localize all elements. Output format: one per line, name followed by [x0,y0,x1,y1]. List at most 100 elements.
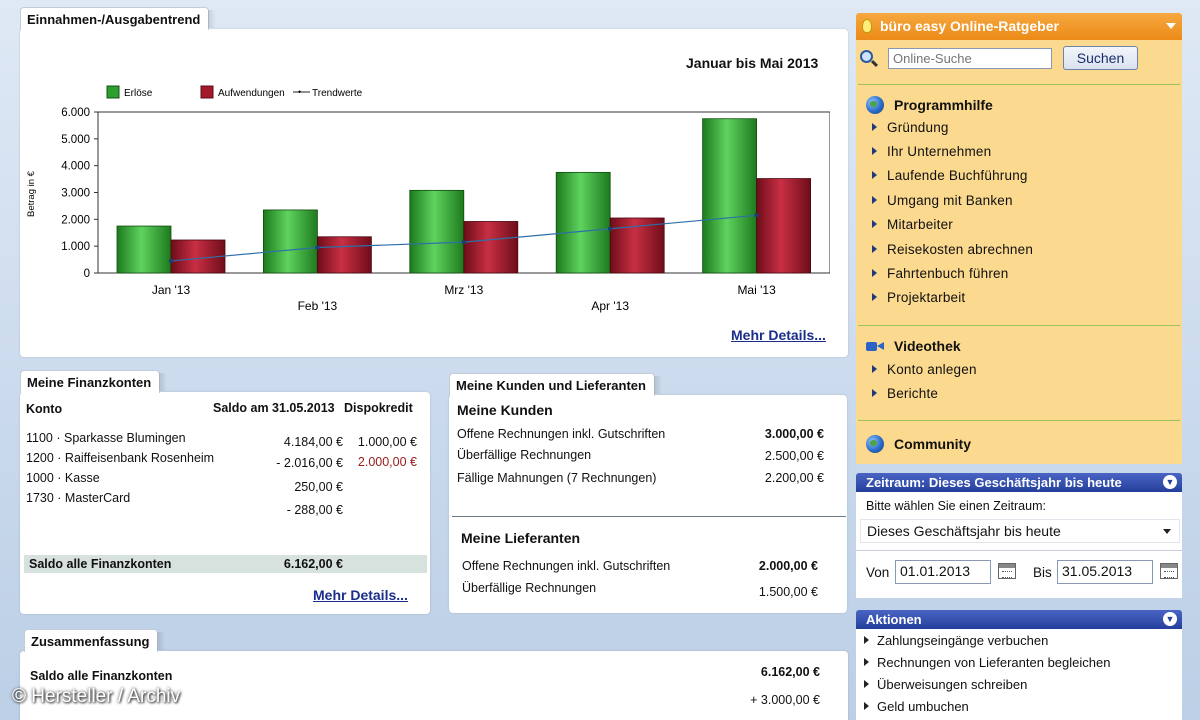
tab-zusammenfassung[interactable]: Zusammenfassung [24,629,166,652]
triangle-right-icon [864,680,869,688]
video-item-label: Konto anlegen [887,362,977,377]
aktion-label: Rechnungen von Lieferanten begleichen [877,655,1111,670]
aktion-rechnungen-begleichen[interactable]: Rechnungen von Lieferanten begleichen [864,655,1110,670]
trend-details-link[interactable]: Mehr Details... [731,327,826,343]
legend-swatch-aufwendungen [200,85,214,99]
konto-name: 1100 · Sparkasse Blumingen [26,431,186,445]
von-date-field[interactable]: 01.01.2013 [895,560,991,584]
zeitraum-select[interactable]: Dieses Geschäftsjahr bis heute [860,519,1180,543]
calendar-icon[interactable] [1160,563,1178,579]
legend-label-aufwendungen: Aufwendungen [218,88,285,99]
chevron-down-icon[interactable] [1166,23,1176,29]
ratgeber-item-banken[interactable]: Umgang mit Banken [872,193,1013,208]
aktion-ueberweisungen[interactable]: Überweisungen schreiben [864,677,1027,692]
globe-icon [866,96,884,114]
tab-meine-finanzkonten[interactable]: Meine Finanzkonten [20,370,168,393]
lieferanten-row-label: Offene Rechnungen inkl. Gutschriften [462,559,671,573]
bar-erloese [555,171,611,274]
konto-saldo: 4.184,00 € [283,435,343,449]
konto-dispo: 2.000,00 € [357,455,417,469]
ratgeber-item-buchfuehrung[interactable]: Laufende Buchführung [872,168,1028,183]
kunden-row-label: Fällige Mahnungen (7 Rechnungen) [457,471,657,485]
kunden-divider [452,516,846,517]
kunden-row-label: Offene Rechnungen inkl. Gutschriften [457,427,666,441]
lieferanten-row-label: Überfällige Rechnungen [462,581,597,595]
chevron-down-icon[interactable]: ▼ [1163,612,1177,626]
online-search-input[interactable] [888,48,1052,69]
ratgeber-item-label: Laufende Buchführung [887,168,1028,183]
ratgeber-item-label: Fahrtenbuch führen [887,266,1009,281]
y-tick-label: 0 [84,268,90,280]
y-tick-label: 5.000 [61,134,90,146]
video-item-label: Berichte [887,386,939,401]
bis-label: Bis [1033,565,1052,580]
bar-aufwendungen [756,178,811,274]
video-item-konto-anlegen[interactable]: Konto anlegen [872,362,977,377]
aktion-label: Geld umbuchen [877,699,969,714]
ratgeber-item-gruendung[interactable]: Gründung [872,120,949,135]
chevron-down-icon[interactable]: ▼ [1163,475,1177,489]
aktionen-header[interactable]: Aktionen ▼ [856,610,1182,629]
von-label: Von [866,565,890,580]
legend-label-erloese: Erlöse [124,88,153,99]
chevron-down-icon [1163,529,1171,534]
search-button[interactable]: Suchen [1063,46,1138,70]
ratgeber-separator [858,84,1180,85]
ratgeber-item-fahrtenbuch[interactable]: Fahrtenbuch führen [872,266,1008,281]
tab-kunden-lieferanten[interactable]: Meine Kunden und Lieferanten [449,373,662,396]
globe-icon [866,435,884,453]
bar-erloese [702,118,757,274]
triangle-right-icon [872,245,877,253]
calendar-icon[interactable] [998,563,1016,579]
triangle-right-icon [872,389,877,397]
x-tick-label: Mrz '13 [444,283,483,297]
aktion-zahlungseingaenge[interactable]: Zahlungseingänge verbuchen [864,633,1048,648]
summary-saldo-label: Saldo alle Finanzkonten [30,669,173,683]
trend-point [315,245,320,250]
programmhilfe-heading[interactable]: Programmhilfe [866,96,993,114]
lieferanten-row-value: 1.500,00 € [758,585,818,599]
bar-aufwendungen [316,236,372,274]
video-item-berichte[interactable]: Berichte [872,386,938,401]
ratgeber-item-reisekosten[interactable]: Reisekosten abrechnen [872,242,1033,257]
tab-einnahmen-ausgabentrend[interactable]: Einnahmen-/Ausgabentrend [20,7,217,30]
zeitraum-header-label: Zeitraum: Dieses Geschäftsjahr bis heute [866,475,1122,490]
videothek-heading[interactable]: Videothek [866,338,961,354]
aktion-geld-umbuchen[interactable]: Geld umbuchen [864,699,969,714]
triangle-right-icon [864,636,869,644]
ratgeber-header[interactable]: büro easy Online-Ratgeber [856,13,1182,40]
triangle-right-icon [872,365,877,373]
ratgeber-title: büro easy Online-Ratgeber [880,18,1059,34]
bis-date-field[interactable]: 31.05.2013 [1057,560,1153,584]
y-tick-label: 6.000 [61,107,90,119]
ratgeber-item-projektarbeit[interactable]: Projektarbeit [872,290,965,305]
y-tick-label: 3.000 [61,188,90,200]
summary-row2-value: + 3.000,00 € [750,693,820,707]
ratgeber-item-mitarbeiter[interactable]: Mitarbeiter [872,217,953,232]
zeitraum-divider [856,550,1182,551]
finanzkonten-details-link[interactable]: Mehr Details... [313,587,408,603]
trend-point [168,258,174,264]
summary-saldo-value: 6.162,00 € [760,665,820,679]
bar-erloese [116,225,172,274]
aktion-label: Zahlungseingänge verbuchen [877,633,1049,648]
kunden-row-value: 3.000,00 € [764,427,824,441]
triangle-right-icon [872,147,877,155]
lightbulb-icon [862,19,872,33]
x-tick-label: Apr '13 [591,299,629,313]
konto-dispo: 1.000,00 € [357,435,417,449]
ratgeber-item-unternehmen[interactable]: Ihr Unternehmen [872,144,991,159]
copyright-watermark: © Hersteller / Archiv [12,686,181,707]
zeitraum-select-value: Dieses Geschäftsjahr bis heute [867,523,1061,539]
triangle-right-icon [872,171,877,179]
trend-point [754,213,759,218]
y-tick-label: 4.000 [61,161,90,173]
zeitraum-header[interactable]: Zeitraum: Dieses Geschäftsjahr bis heute… [856,473,1182,492]
trend-point [608,226,613,231]
lieferanten-row-value: 2.000,00 € [758,559,818,573]
ratgeber-item-label: Ihr Unternehmen [887,144,992,159]
community-label: Community [894,436,971,452]
triangle-right-icon [872,293,877,301]
kunden-row-value: 2.500,00 € [764,449,824,463]
community-heading[interactable]: Community [866,435,971,453]
